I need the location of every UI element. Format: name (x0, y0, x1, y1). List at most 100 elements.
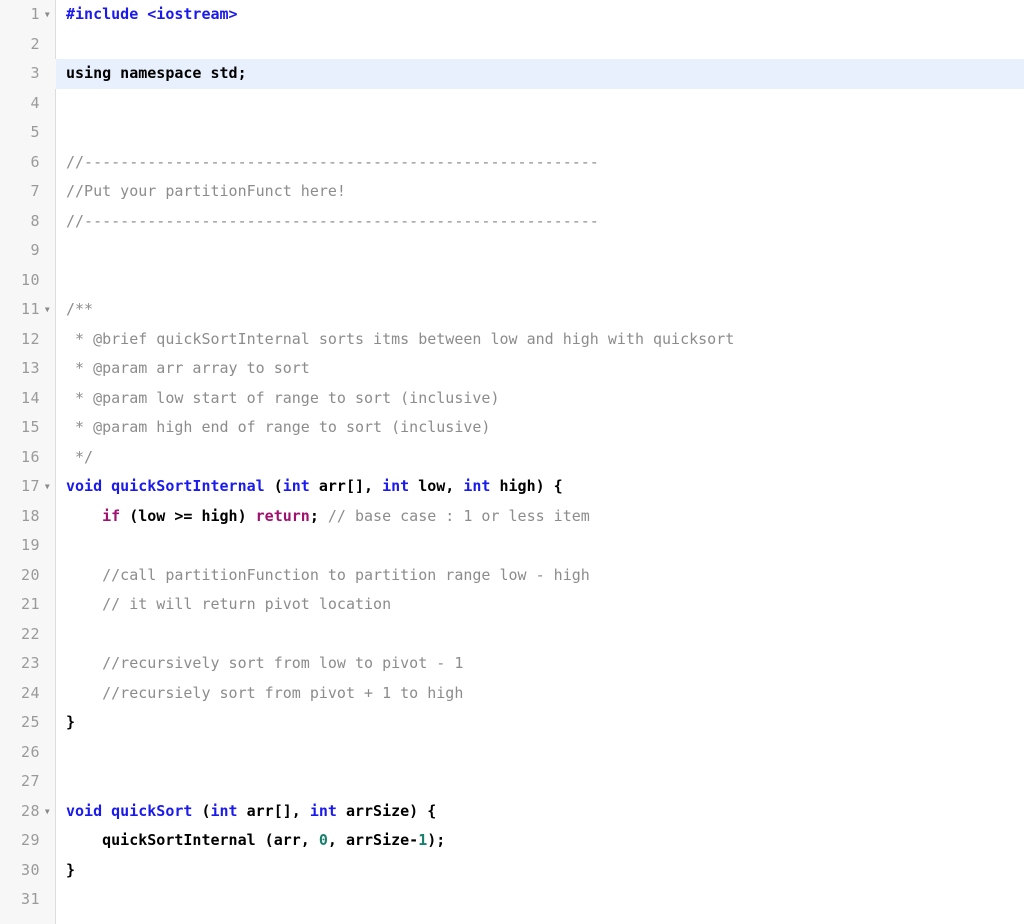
code-line-content[interactable] (56, 89, 1024, 119)
code-line[interactable]: 24 //recursiely sort from pivot + 1 to h… (0, 679, 1024, 709)
code-line[interactable]: 26 (0, 738, 1024, 768)
code-line-content[interactable]: void quickSort (int arr[], int arrSize) … (56, 797, 1024, 827)
chevron-down-icon[interactable]: ▼ (42, 797, 53, 827)
code-token: //--------------------------------------… (66, 211, 599, 230)
code-line-content[interactable]: //recursively sort from low to pivot - 1 (56, 649, 1024, 679)
code-line-content[interactable]: } (56, 856, 1024, 886)
code-line-content[interactable]: //--------------------------------------… (56, 148, 1024, 178)
code-line[interactable]: 30} (0, 856, 1024, 886)
code-editor[interactable]: 1 ▼ #include <iostream> 2 3 using namespace s… (0, 0, 1024, 924)
code-line[interactable]: 29 quickSortInternal (arr, 0, arrSize-1)… (0, 826, 1024, 856)
code-line[interactable]: 22 (0, 620, 1024, 650)
code-token: ( (192, 801, 211, 820)
code-token: quickSortInternal (111, 477, 265, 495)
code-token: quickSortInternal (arr, (66, 831, 319, 849)
code-line[interactable]: 15 * @param high end of range to sort (i… (0, 413, 1024, 443)
code-line[interactable]: 4 (0, 89, 1024, 119)
code-line[interactable]: 19 (0, 531, 1024, 561)
code-line[interactable]: 25} (0, 708, 1024, 738)
line-number: 6 (30, 152, 40, 171)
code-line[interactable]: 10 (0, 266, 1024, 296)
code-line[interactable]: 3 using namespace std; (0, 59, 1024, 89)
code-line-content[interactable]: // it will return pivot location (56, 590, 1024, 620)
code-token: int (463, 477, 491, 495)
code-line-content[interactable] (56, 266, 1024, 296)
code-line-content[interactable]: //--------------------------------------… (56, 207, 1024, 237)
code-line-content[interactable] (56, 118, 1024, 148)
line-number: 29 (20, 831, 40, 849)
code-line-content[interactable] (56, 531, 1024, 561)
code-token: return (255, 506, 310, 525)
code-line-content[interactable]: if (low >= high) return; // base case : … (56, 502, 1024, 532)
code-line[interactable]: 27 (0, 767, 1024, 797)
code-line[interactable]: 11 ▼ /** (0, 295, 1024, 325)
code-line-content[interactable]: * @param low start of range to sort (inc… (56, 384, 1024, 414)
line-number: 15 (20, 418, 40, 436)
code-token: //recursiely sort from pivot + 1 to high (102, 683, 464, 702)
code-line-content[interactable]: * @brief quickSortInternal sorts itms be… (56, 325, 1024, 355)
code-line[interactable]: 5 (0, 118, 1024, 148)
code-token: * @param arr array to sort (66, 359, 310, 377)
code-line[interactable]: 28 ▼ void quickSort (int arr[], int arrSiz… (0, 797, 1024, 827)
code-line-content[interactable] (56, 767, 1024, 797)
code-token: , arrSize- (327, 831, 419, 849)
line-number: 28 ▼ (0, 797, 56, 827)
code-line[interactable]: 8 //-------------------------------------… (0, 207, 1024, 237)
code-token: ( (264, 477, 283, 495)
code-line-content[interactable]: * @param arr array to sort (56, 354, 1024, 384)
code-line[interactable]: 2 (0, 30, 1024, 60)
code-token: } (66, 713, 76, 731)
code-line-content[interactable]: //call partitionFunction to partition ra… (56, 561, 1024, 591)
code-line[interactable]: 6 //-------------------------------------… (0, 148, 1024, 178)
line-number: 20 (20, 565, 40, 584)
code-line[interactable]: 16 */ (0, 443, 1024, 473)
code-line-content[interactable] (56, 885, 1024, 915)
code-token: quickSort (111, 801, 193, 820)
code-token: int (282, 477, 310, 495)
code-line-content[interactable]: //Put your partitionFunct here! (56, 177, 1024, 207)
code-token: // it will return pivot location (102, 595, 392, 613)
code-token: if (102, 506, 121, 525)
code-line[interactable]: 23 //recursively sort from low to pivot … (0, 649, 1024, 679)
code-token: /** (66, 300, 94, 318)
code-lines-container[interactable]: 1 ▼ #include <iostream> 2 3 using namespace s… (0, 0, 1024, 915)
code-line-content[interactable]: quickSortInternal (arr, 0, arrSize-1); (56, 826, 1024, 856)
chevron-down-icon[interactable]: ▼ (42, 472, 53, 502)
code-line[interactable]: 31 (0, 885, 1024, 915)
code-token: high) { (490, 477, 563, 495)
code-line[interactable]: 21 // it will return pivot location (0, 590, 1024, 620)
code-token: 1 (418, 831, 428, 849)
code-line[interactable]: 12 * @brief quickSortInternal sorts itms… (0, 325, 1024, 355)
code-token: * @param low start of range to sort (inc… (66, 388, 500, 407)
code-line[interactable]: 18 if (low >= high) return; // base case… (0, 502, 1024, 532)
code-line-content[interactable] (56, 738, 1024, 768)
code-token: arrSize) { (336, 801, 437, 820)
code-line-content[interactable]: /** (56, 295, 1024, 325)
code-line[interactable]: 1 ▼ #include <iostream> (0, 0, 1024, 30)
code-line[interactable]: 20 //call partitionFunction to partition… (0, 561, 1024, 591)
code-line[interactable]: 17 ▼ void quickSortInternal (int arr[], in… (0, 472, 1024, 502)
code-line-content[interactable]: //recursiely sort from pivot + 1 to high (56, 679, 1024, 709)
code-line[interactable]: 14 * @param low start of range to sort (… (0, 384, 1024, 414)
code-line-content[interactable] (56, 620, 1024, 650)
code-line[interactable]: 9 (0, 236, 1024, 266)
line-number: 22 (20, 624, 40, 643)
code-line-content[interactable]: #include <iostream> (56, 0, 1024, 30)
chevron-down-icon[interactable]: ▼ (42, 295, 53, 325)
code-line-content[interactable] (56, 30, 1024, 60)
code-line-content[interactable] (56, 236, 1024, 266)
code-line[interactable]: 7 //Put your partitionFunct here! (0, 177, 1024, 207)
code-line-content[interactable]: } (56, 708, 1024, 738)
code-line[interactable]: 13 * @param arr array to sort (0, 354, 1024, 384)
line-number: 3 (0, 59, 56, 89)
line-number: 2 (30, 34, 40, 53)
chevron-down-icon[interactable]: ▼ (42, 0, 53, 30)
code-token: */ (66, 447, 94, 466)
code-line-content[interactable]: using namespace std; (56, 59, 1024, 89)
code-line-content[interactable]: */ (56, 443, 1024, 473)
code-line-content[interactable]: void quickSortInternal (int arr[], int l… (56, 472, 1024, 502)
code-line-content[interactable]: * @param high end of range to sort (incl… (56, 413, 1024, 443)
